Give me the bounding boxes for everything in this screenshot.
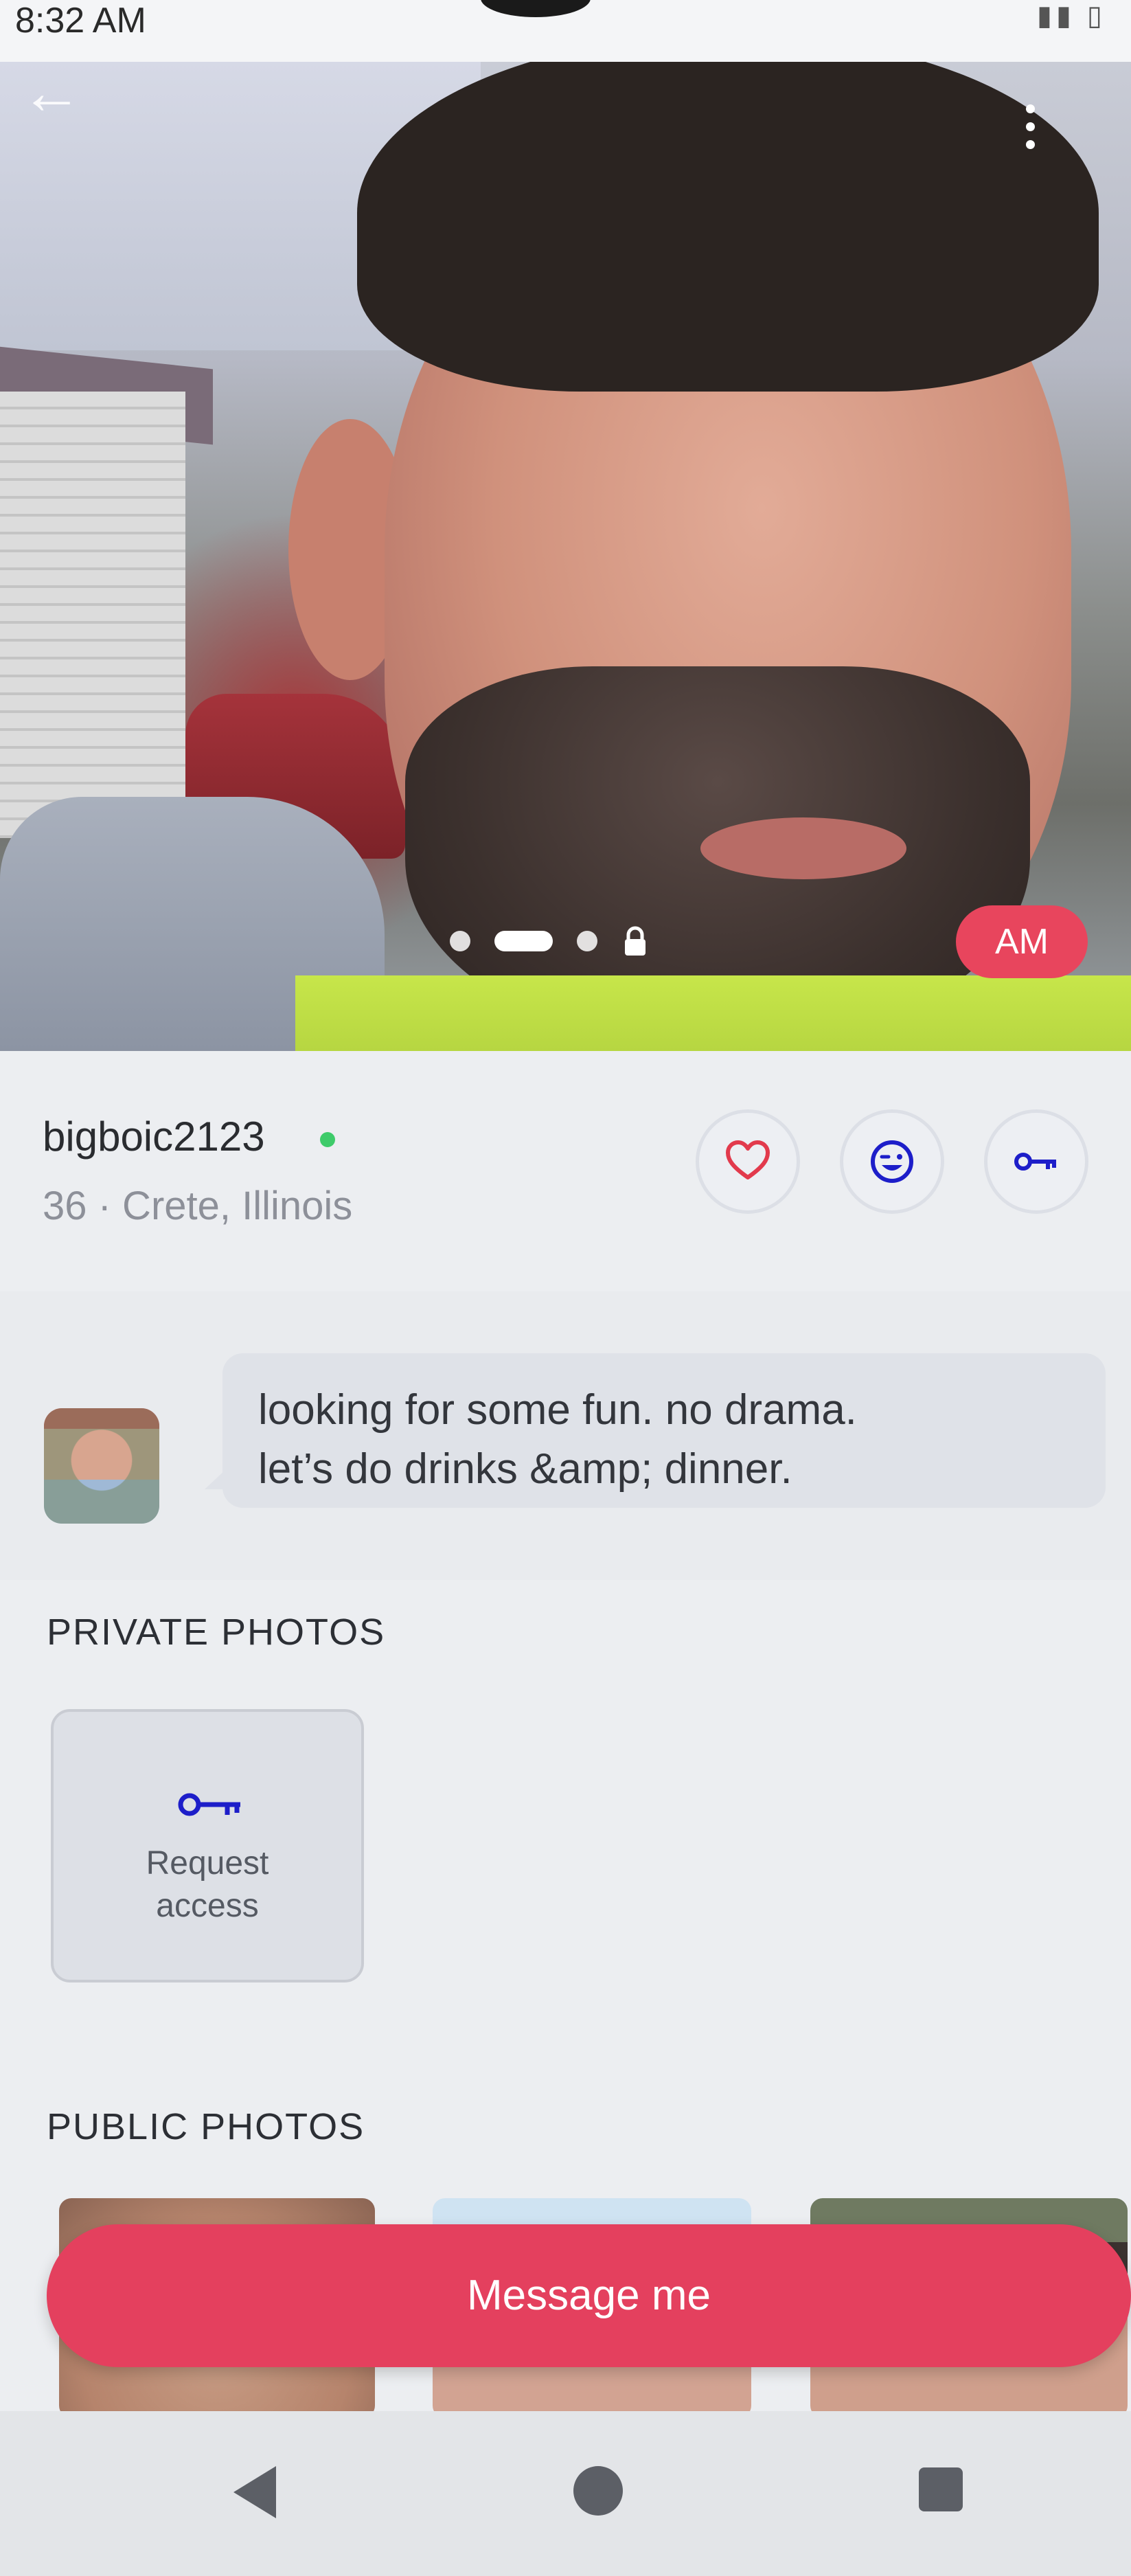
- bio-section: looking for some fun. no drama. let’s do…: [0, 1291, 1131, 1580]
- key-icon: [1014, 1153, 1056, 1171]
- nav-home-icon[interactable]: [573, 2466, 623, 2516]
- private-photos-title: PRIVATE PHOTOS: [47, 1612, 386, 1653]
- camera-notch: [481, 0, 591, 17]
- pager-dot[interactable]: [577, 931, 597, 951]
- key-icon: [178, 1793, 240, 1816]
- public-photos-title: PUBLIC PHOTOS: [47, 2106, 365, 2147]
- pager-dot[interactable]: [450, 931, 470, 951]
- request-access-button[interactable]: Request access: [51, 1709, 364, 1982]
- status-bar: 8:32 AM ▮▮ ▯: [0, 0, 1131, 62]
- nav-back-icon[interactable]: [233, 2466, 276, 2518]
- bio-bubble: looking for some fun. no drama. let’s do…: [205, 1353, 1106, 1508]
- wink-button[interactable]: [840, 1109, 944, 1214]
- system-nav-bar: [0, 2411, 1131, 2576]
- like-button[interactable]: [696, 1109, 800, 1214]
- request-access-line: Request: [146, 1845, 269, 1882]
- message-me-button[interactable]: Message me: [47, 2224, 1131, 2367]
- pager-dot-active[interactable]: [494, 931, 553, 951]
- lock-icon: [625, 926, 646, 956]
- bio-text: looking for some fun. no drama. let’s do…: [258, 1381, 1082, 1499]
- wink-face-icon: [871, 1140, 913, 1183]
- bio-text-line: let’s do drinks &amp; dinner.: [258, 1445, 792, 1493]
- online-indicator: [320, 1132, 335, 1147]
- bio-text-line: looking for some fun. no drama.: [258, 1386, 857, 1434]
- profile-header: bigboic2123 36 · Crete, Illinois: [0, 1051, 1131, 1291]
- am-badge: AM: [956, 905, 1088, 978]
- status-icons: ▮▮ ▯: [1036, 1, 1106, 31]
- request-key-button[interactable]: [984, 1109, 1088, 1214]
- profile-photo[interactable]: [0, 62, 1131, 1051]
- nav-recents-icon[interactable]: [919, 2467, 963, 2511]
- back-arrow-icon[interactable]: ←: [21, 62, 82, 124]
- avatar: [44, 1408, 159, 1524]
- request-access-label: Request access: [54, 1842, 361, 1928]
- age-location: 36 · Crete, Illinois: [43, 1184, 353, 1228]
- request-access-line: access: [156, 1888, 259, 1924]
- username: bigboic2123: [43, 1114, 265, 1160]
- heart-icon: [726, 1140, 770, 1179]
- status-time: 8:32 AM: [15, 1, 146, 41]
- more-vertical-icon[interactable]: [1003, 96, 1058, 158]
- profile-screen: 8:32 AM ▮▮ ▯ ← AM bigboic2123 36 · Crete: [0, 0, 1131, 2576]
